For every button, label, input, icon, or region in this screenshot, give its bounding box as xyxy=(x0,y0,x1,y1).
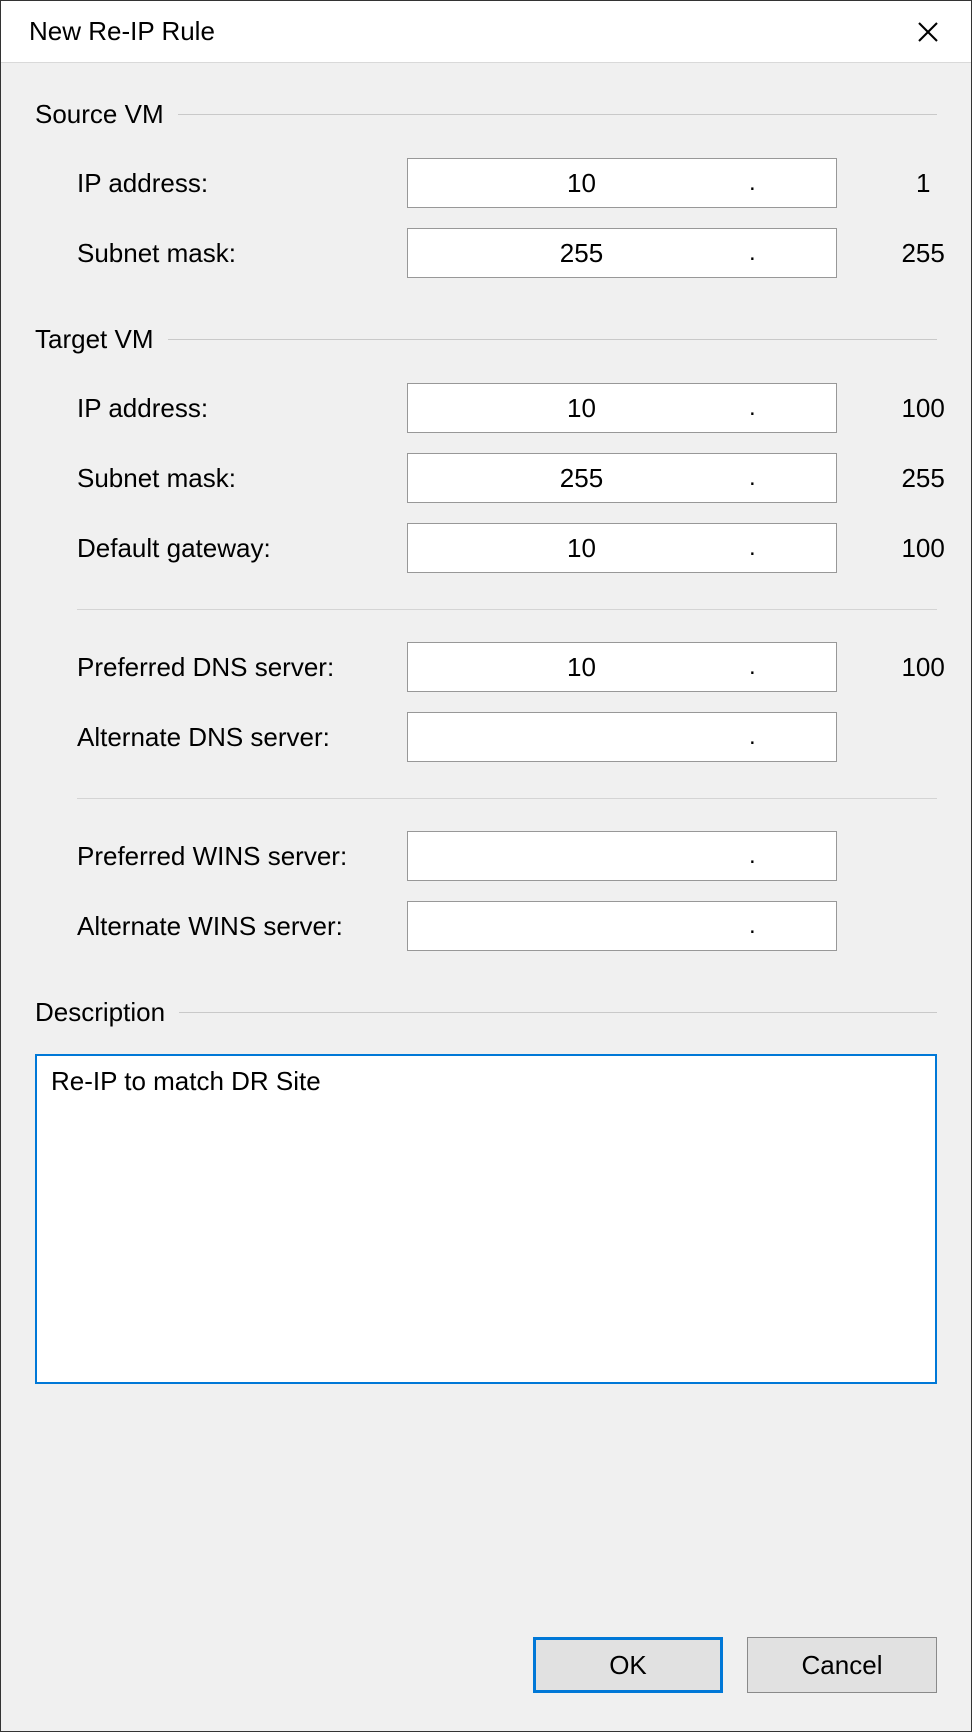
dot-separator: . xyxy=(749,239,756,267)
source-ip-input[interactable]: . . . xyxy=(407,158,837,208)
source-mask-input[interactable]: . . . xyxy=(407,228,837,278)
ip-octet[interactable] xyxy=(414,393,749,424)
close-icon[interactable] xyxy=(905,9,951,55)
ok-button[interactable]: OK xyxy=(533,1637,723,1693)
target-gateway-row: Default gateway: . . . xyxy=(35,521,937,575)
ip-octet[interactable] xyxy=(414,652,749,683)
target-gateway-label: Default gateway: xyxy=(77,533,407,564)
ip-octet[interactable] xyxy=(756,393,972,424)
source-vm-header: Source VM xyxy=(35,99,164,130)
description-header: Description xyxy=(35,997,165,1028)
dot-separator: . xyxy=(749,394,756,422)
dot-separator: . xyxy=(749,653,756,681)
target-mask-input[interactable]: . . . xyxy=(407,453,837,503)
subsection-divider xyxy=(77,609,937,610)
alternate-dns-label: Alternate DNS server: xyxy=(77,722,407,753)
preferred-dns-input[interactable]: . . . xyxy=(407,642,837,692)
target-vm-header-row: Target VM xyxy=(35,324,937,355)
alternate-wins-label: Alternate WINS server: xyxy=(77,911,407,942)
preferred-wins-row: Preferred WINS server: . . . xyxy=(35,829,937,883)
dot-separator: . xyxy=(749,723,756,751)
dot-separator: . xyxy=(749,912,756,940)
dialog-content: Source VM IP address: . . . Subnet mask:… xyxy=(1,63,971,1609)
target-vm-header: Target VM xyxy=(35,324,154,355)
ip-octet[interactable] xyxy=(414,168,749,199)
target-ip-row: IP address: . . . xyxy=(35,381,937,435)
target-ip-label: IP address: xyxy=(77,393,407,424)
section-divider xyxy=(178,114,937,115)
source-vm-header-row: Source VM xyxy=(35,99,937,130)
source-ip-label: IP address: xyxy=(77,168,407,199)
titlebar: New Re-IP Rule xyxy=(1,1,971,63)
ip-octet[interactable] xyxy=(414,238,749,269)
target-ip-input[interactable]: . . . xyxy=(407,383,837,433)
preferred-wins-label: Preferred WINS server: xyxy=(77,841,407,872)
dot-separator: . xyxy=(749,169,756,197)
reip-rule-dialog: New Re-IP Rule Source VM IP address: . .… xyxy=(0,0,972,1732)
ip-octet[interactable] xyxy=(756,841,972,872)
ip-octet[interactable] xyxy=(756,722,972,753)
ip-octet[interactable] xyxy=(414,841,749,872)
cancel-button[interactable]: Cancel xyxy=(747,1637,937,1693)
dot-separator: . xyxy=(749,464,756,492)
target-mask-label: Subnet mask: xyxy=(77,463,407,494)
ip-octet[interactable] xyxy=(414,722,749,753)
alternate-dns-input[interactable]: . . . xyxy=(407,712,837,762)
alternate-wins-input[interactable]: . . . xyxy=(407,901,837,951)
target-mask-row: Subnet mask: . . . xyxy=(35,451,937,505)
description-input[interactable] xyxy=(35,1054,937,1384)
ip-octet[interactable] xyxy=(756,911,972,942)
section-divider xyxy=(168,339,938,340)
source-ip-row: IP address: . . . xyxy=(35,156,937,210)
ip-octet[interactable] xyxy=(756,238,972,269)
alternate-dns-row: Alternate DNS server: . . . xyxy=(35,710,937,764)
source-mask-row: Subnet mask: . . . xyxy=(35,226,937,280)
ip-octet[interactable] xyxy=(756,168,972,199)
window-title: New Re-IP Rule xyxy=(29,16,215,47)
ip-octet[interactable] xyxy=(756,533,972,564)
dot-separator: . xyxy=(749,534,756,562)
ip-octet[interactable] xyxy=(414,911,749,942)
ip-octet[interactable] xyxy=(756,652,972,683)
ip-octet[interactable] xyxy=(414,533,749,564)
dot-separator: . xyxy=(749,842,756,870)
ip-octet[interactable] xyxy=(756,463,972,494)
preferred-dns-label: Preferred DNS server: xyxy=(77,652,407,683)
source-mask-label: Subnet mask: xyxy=(77,238,407,269)
alternate-wins-row: Alternate WINS server: . . . xyxy=(35,899,937,953)
target-gateway-input[interactable]: . . . xyxy=(407,523,837,573)
preferred-wins-input[interactable]: . . . xyxy=(407,831,837,881)
preferred-dns-row: Preferred DNS server: . . . xyxy=(35,640,937,694)
ip-octet[interactable] xyxy=(414,463,749,494)
subsection-divider xyxy=(77,798,937,799)
section-divider xyxy=(179,1012,937,1013)
description-header-row: Description xyxy=(35,997,937,1028)
dialog-buttons: OK Cancel xyxy=(1,1609,971,1731)
